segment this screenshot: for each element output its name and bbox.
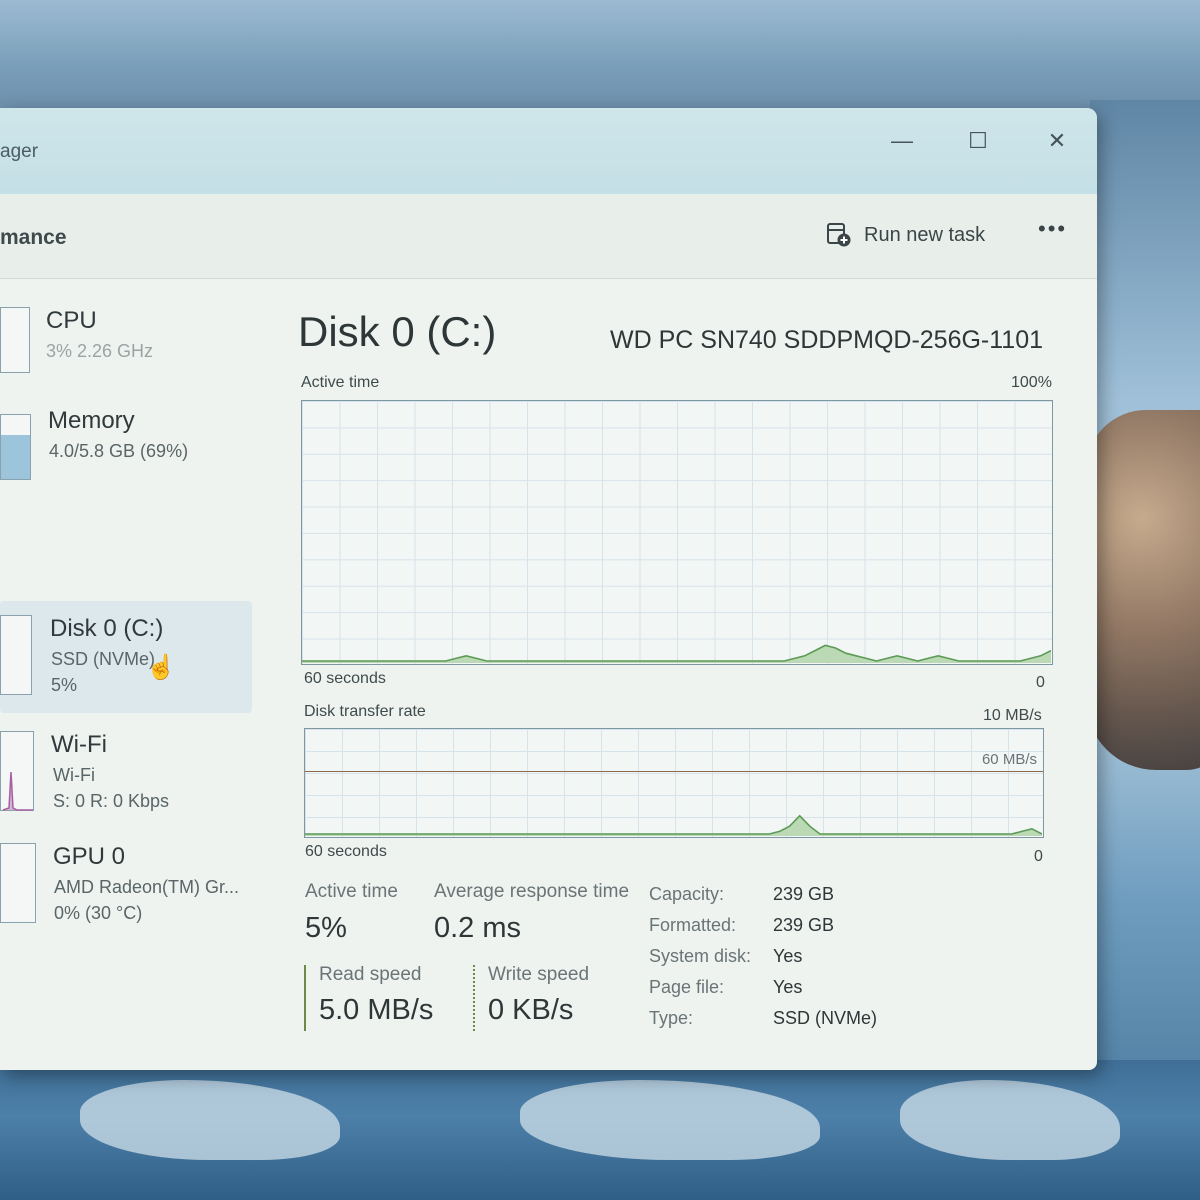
sidebar-item-title: Wi-Fi: [51, 731, 107, 758]
info-value-formatted: 239 GB: [773, 915, 835, 935]
transfer-rate-graph-label: Disk transfer rate: [304, 703, 426, 720]
sidebar-item-detail: SSD (NVMe): [51, 649, 156, 669]
more-options-button[interactable]: •••: [1038, 216, 1067, 242]
transfer-rate-graph-max: 10 MB/s: [983, 707, 1042, 724]
info-value-capacity: 239 GB: [773, 884, 835, 904]
maximize-button[interactable]: ☐: [958, 126, 998, 156]
transfer-rate-graph-plot: [305, 814, 1042, 836]
info-value-system-disk: Yes: [773, 946, 803, 966]
transfer-rate-graph: 60 MB/s: [304, 728, 1044, 838]
sidebar-item-detail: Wi-Fi: [53, 765, 95, 785]
disk-title: Disk 0 (C:): [298, 308, 497, 355]
active-time-graph-min: 0: [1036, 674, 1045, 691]
read-speed-legend-bar: [304, 965, 306, 1031]
memory-mini-graph: [0, 414, 31, 480]
disk-mini-graph: [0, 615, 32, 695]
wallpaper-seal: [1086, 410, 1200, 770]
sidebar-item-title: Disk 0 (C:): [50, 615, 164, 642]
info-key-type: Type:: [649, 1008, 694, 1028]
transfer-rate-graph-timespan: 60 seconds: [305, 843, 387, 860]
info-key-capacity: Capacity:: [649, 884, 725, 904]
info-value-page-file: Yes: [773, 977, 803, 997]
read-speed-stat-value: 5.0 MB/s: [319, 994, 434, 1026]
run-task-icon: [826, 222, 852, 248]
cpu-mini-graph: [0, 307, 30, 373]
active-time-graph-plot: [302, 644, 1051, 663]
performance-sidebar: CPU 3% 2.26 GHz Memory 4.0/5.8 GB (69%) …: [0, 279, 262, 1069]
hand-cursor-icon: ☝: [146, 654, 176, 681]
sidebar-item-gpu[interactable]: GPU 0 AMD Radeon(TM) Gr... 0% (30 °C): [0, 827, 252, 927]
active-time-graph-timespan: 60 seconds: [304, 670, 386, 687]
transfer-rate-graph-min: 0: [1034, 848, 1043, 865]
run-new-task-button[interactable]: Run new task: [826, 222, 985, 248]
info-value-type: SSD (NVMe): [773, 1008, 878, 1028]
disk-model: WD PC SN740 SDDPMQD-256G-1101: [610, 326, 1044, 354]
write-speed-stat-label: Write speed: [488, 964, 590, 985]
sidebar-item-usage: 0% (30 °C): [54, 903, 143, 923]
graph-line: [305, 814, 1042, 835]
write-speed-legend-bar: [473, 965, 475, 1031]
avg-response-stat-label: Average response time: [434, 881, 630, 902]
active-time-stat-label: Active time: [305, 881, 398, 902]
page-title: mance: [0, 226, 67, 249]
minimize-button[interactable]: —: [882, 126, 922, 156]
sidebar-item-detail: AMD Radeon(TM) Gr...: [54, 877, 240, 897]
window-title: ager: [0, 141, 39, 162]
sidebar-item-disk[interactable]: Disk 0 (C:) SSD (NVMe) 5% ☝: [0, 601, 252, 713]
sidebar-item-detail: 4.0/5.8 GB (69%): [49, 441, 189, 461]
sidebar-item-memory[interactable]: Memory 4.0/5.8 GB (69%): [0, 399, 252, 489]
active-time-stat-value: 5%: [305, 912, 347, 944]
graph-area: [305, 815, 1042, 836]
info-key-page-file: Page file:: [649, 977, 725, 997]
page-header: mance Run new task •••: [0, 194, 1097, 279]
wallpaper-sky: [0, 0, 1200, 110]
gpu-mini-graph: [0, 843, 36, 923]
active-time-graph-label: Active time: [301, 374, 380, 391]
info-key-formatted: Formatted:: [649, 915, 737, 935]
sidebar-item-title: GPU 0: [53, 843, 126, 870]
task-manager-window: ager — ☐ ✕ mance Run new task ••• CPU 3%…: [0, 108, 1097, 1070]
run-new-task-label: Run new task: [864, 223, 986, 246]
sidebar-item-title: Memory: [48, 407, 135, 434]
active-time-graph-max: 100%: [1011, 374, 1052, 391]
read-speed-stat-label: Read speed: [319, 964, 422, 985]
info-key-system-disk: System disk:: [649, 946, 752, 966]
sidebar-item-detail: 3% 2.26 GHz: [46, 341, 154, 361]
title-bar: ager — ☐ ✕: [0, 108, 1097, 194]
close-button[interactable]: ✕: [1037, 126, 1077, 156]
sidebar-item-title: CPU: [46, 307, 97, 334]
sidebar-item-wifi[interactable]: Wi-Fi Wi-Fi S: 0 R: 0 Kbps: [0, 719, 252, 819]
active-time-graph: [301, 400, 1053, 665]
avg-response-stat-value: 0.2 ms: [434, 912, 522, 944]
write-speed-stat-value: 0 KB/s: [488, 994, 574, 1026]
sidebar-item-throughput: S: 0 R: 0 Kbps: [53, 791, 170, 811]
wifi-mini-graph: [0, 731, 34, 811]
memory-usage-fill: [1, 434, 30, 479]
sidebar-item-cpu[interactable]: CPU 3% 2.26 GHz: [0, 299, 252, 389]
sidebar-item-usage: 5%: [51, 675, 78, 695]
